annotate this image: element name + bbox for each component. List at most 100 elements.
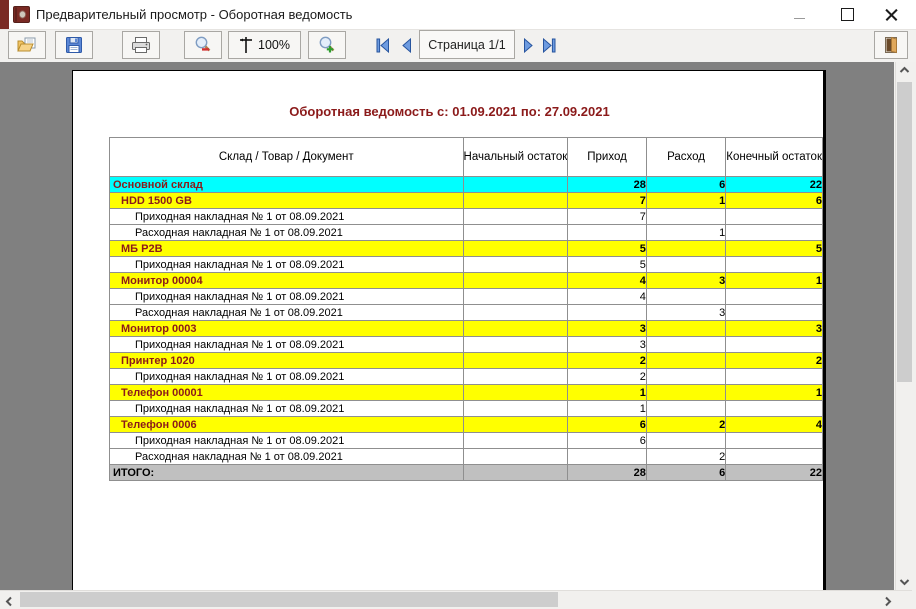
table-row: Телефон 0000111 xyxy=(110,385,823,401)
maximize-button[interactable] xyxy=(832,3,862,26)
cell-income xyxy=(568,225,647,241)
table-row: ИТОГО:28622 xyxy=(110,465,823,481)
table-row: Расходная накладная № 1 от 08.09.20213 xyxy=(110,305,823,321)
column-header: Расход xyxy=(646,138,725,177)
cell-label: HDD 1500 GB xyxy=(110,193,464,209)
cell-final xyxy=(726,369,823,385)
cell-income: 5 xyxy=(568,257,647,273)
zoom-out-button[interactable] xyxy=(184,31,222,59)
preview-window: Предварительный просмотр - Оборотная вед… xyxy=(0,0,916,608)
cell-final xyxy=(726,225,823,241)
cell-label: Приходная накладная № 1 от 08.09.2021 xyxy=(110,209,464,225)
cell-expense xyxy=(646,369,725,385)
scroll-down-icon[interactable] xyxy=(899,578,910,586)
cell-final xyxy=(726,449,823,465)
cell-expense: 3 xyxy=(646,273,725,289)
toolbar: 100% Страница 1/1 xyxy=(0,30,916,62)
zoom-in-button[interactable] xyxy=(308,31,346,59)
table-row: Приходная накладная № 1 от 08.09.20212 xyxy=(110,369,823,385)
cell-income: 6 xyxy=(568,417,647,433)
cell-income: 5 xyxy=(568,241,647,257)
cell-final xyxy=(726,289,823,305)
cell-final xyxy=(726,433,823,449)
cell-final: 6 xyxy=(726,193,823,209)
cell-expense xyxy=(646,337,725,353)
cell-expense xyxy=(646,401,725,417)
zoom-in-icon xyxy=(317,35,337,55)
last-page-button[interactable] xyxy=(538,31,560,59)
vertical-scroll-thumb[interactable] xyxy=(897,82,912,382)
table-row: Приходная накладная № 1 от 08.09.20217 xyxy=(110,209,823,225)
cell-initial xyxy=(463,401,568,417)
cell-income: 3 xyxy=(568,321,647,337)
open-button[interactable] xyxy=(8,31,46,59)
cell-final: 4 xyxy=(726,417,823,433)
minimize-button[interactable] xyxy=(784,3,814,26)
column-header: Конечный остаток xyxy=(726,138,823,177)
close-button[interactable] xyxy=(876,3,906,26)
cell-expense xyxy=(646,385,725,401)
cell-income: 6 xyxy=(568,433,647,449)
cell-final: 1 xyxy=(726,385,823,401)
scroll-right-icon[interactable] xyxy=(884,596,892,607)
scroll-up-icon[interactable] xyxy=(899,66,910,74)
cell-initial xyxy=(463,433,568,449)
first-page-button[interactable] xyxy=(372,31,394,59)
page-indicator[interactable]: Страница 1/1 xyxy=(419,30,515,59)
scroll-left-icon[interactable] xyxy=(5,596,13,607)
cell-income: 4 xyxy=(568,289,647,305)
next-page-icon xyxy=(522,38,535,53)
exit-button[interactable] xyxy=(874,31,908,59)
cell-income: 28 xyxy=(568,465,647,481)
app-book-icon xyxy=(13,6,30,23)
cell-initial xyxy=(463,193,568,209)
zoom-level-display[interactable]: 100% xyxy=(228,31,301,59)
cell-expense: 2 xyxy=(646,417,725,433)
table-row: Принтер 1020 2 2 xyxy=(110,353,823,369)
preview-area[interactable]: Оборотная ведомость с: 01.09.2021 по: 27… xyxy=(0,62,894,590)
horizontal-scroll-thumb[interactable] xyxy=(20,592,558,607)
cell-final xyxy=(726,257,823,273)
first-page-icon xyxy=(375,38,391,53)
cell-label: Монитор 0003 xyxy=(110,321,464,337)
cell-label: Приходная накладная № 1 от 08.09.2021 xyxy=(110,289,464,305)
open-folder-icon xyxy=(16,35,38,55)
exit-door-icon xyxy=(881,35,901,55)
prev-page-button[interactable] xyxy=(396,31,416,59)
zoom-level-value: 100% xyxy=(258,38,290,52)
cell-label: Монитор 00004 xyxy=(110,273,464,289)
table-row: Приходная накладная № 1 от 08.09.20215 xyxy=(110,257,823,273)
cell-initial xyxy=(463,289,568,305)
cell-label: Телефон 0006 xyxy=(110,417,464,433)
cell-final xyxy=(726,337,823,353)
next-page-button[interactable] xyxy=(518,31,538,59)
cell-expense: 6 xyxy=(646,177,725,193)
cell-initial xyxy=(463,305,568,321)
close-icon xyxy=(885,8,898,21)
print-button[interactable] xyxy=(122,31,160,59)
cell-label: Приходная накладная № 1 от 08.09.2021 xyxy=(110,337,464,353)
cell-final: 2 xyxy=(726,353,823,369)
cell-label: Принтер 1020 xyxy=(110,353,464,369)
cell-income: 2 xyxy=(568,353,647,369)
table-row: Расходная накладная № 1 от 08.09.20212 xyxy=(110,449,823,465)
vertical-scrollbar[interactable] xyxy=(895,62,913,590)
cell-income: 1 xyxy=(568,385,647,401)
cell-final: 3 xyxy=(726,321,823,337)
horizontal-scrollbar[interactable] xyxy=(0,590,916,609)
table-row: МБ Р2В55 xyxy=(110,241,823,257)
cell-label: Приходная накладная № 1 от 08.09.2021 xyxy=(110,369,464,385)
cell-income: 1 xyxy=(568,401,647,417)
table-header-row: Склад / Товар / Документ Начальный остат… xyxy=(110,138,823,177)
cell-final xyxy=(726,209,823,225)
cell-expense: 2 xyxy=(646,449,725,465)
save-floppy-icon xyxy=(64,35,84,55)
cell-final xyxy=(726,401,823,417)
report-table-body: Основной склад28622HDD 1500 GB716Приходн… xyxy=(110,177,823,481)
cell-label: Основной склад xyxy=(110,177,464,193)
cell-label: Расходная накладная № 1 от 08.09.2021 xyxy=(110,225,464,241)
cell-expense: 1 xyxy=(646,193,725,209)
save-button[interactable] xyxy=(55,31,93,59)
cell-income xyxy=(568,305,647,321)
column-header: Начальный остаток xyxy=(463,138,568,177)
